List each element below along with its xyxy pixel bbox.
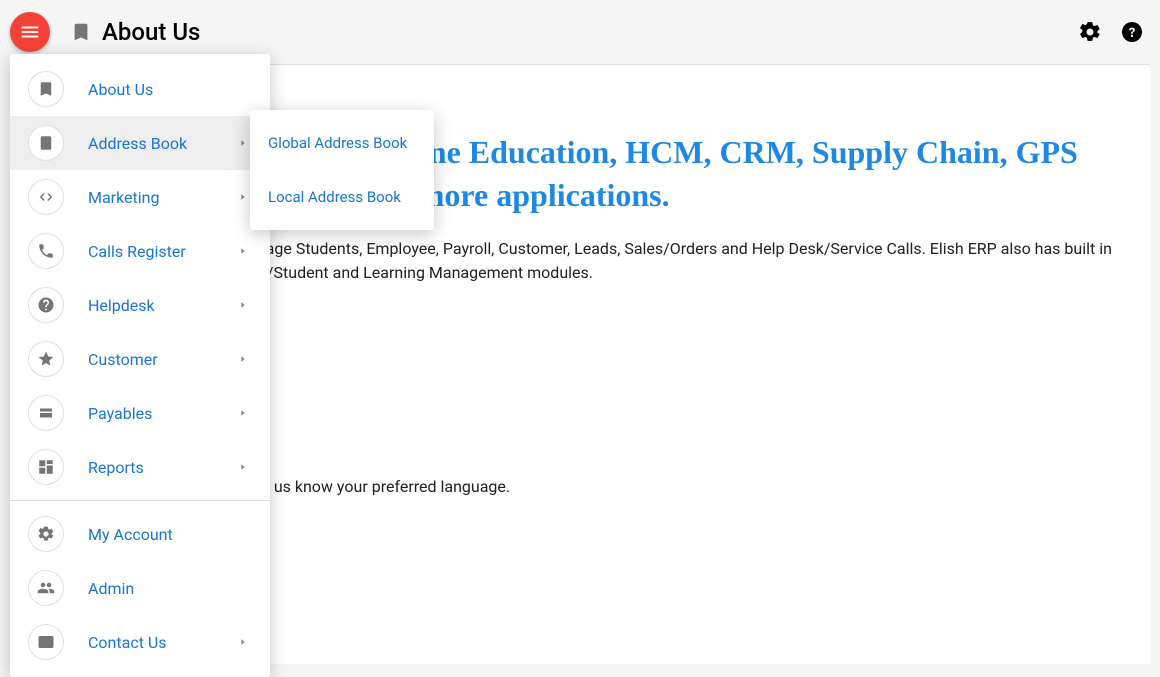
chevron-right-icon bbox=[238, 408, 248, 418]
chevron-right-icon bbox=[238, 462, 248, 472]
sidebar-item-admin[interactable]: Admin bbox=[10, 561, 270, 615]
help-icon bbox=[28, 287, 64, 323]
help-icon bbox=[1120, 20, 1144, 44]
sidebar-item-marketing[interactable]: Marketing bbox=[10, 170, 270, 224]
sidebar-item-label: Reports bbox=[88, 458, 144, 477]
address-book-submenu: Global Address Book Local Address Book bbox=[250, 110, 434, 230]
sidebar-separator bbox=[10, 500, 270, 501]
submenu-item-label: Global Address Book bbox=[268, 134, 407, 152]
sidebar-item-label: Customer bbox=[88, 350, 158, 369]
sidebar-item-label: Marketing bbox=[88, 188, 159, 207]
sidebar-item-label: Address Book bbox=[88, 134, 187, 153]
help-button[interactable] bbox=[1120, 20, 1144, 44]
chevron-right-icon bbox=[238, 637, 248, 647]
submenu-item-global-address-book[interactable]: Global Address Book bbox=[250, 116, 434, 170]
settings-icon bbox=[28, 516, 64, 552]
sidebar-item-calls-register[interactable]: Calls Register bbox=[10, 224, 270, 278]
chevron-right-icon bbox=[238, 192, 248, 202]
gear-icon bbox=[1078, 20, 1102, 44]
chevron-right-icon bbox=[238, 300, 248, 310]
people-icon bbox=[28, 570, 64, 606]
sidebar-item-label: Admin bbox=[88, 579, 134, 598]
mail-icon bbox=[28, 624, 64, 660]
submenu-item-label: Local Address Book bbox=[268, 188, 401, 206]
page-title: About Us bbox=[102, 18, 200, 46]
menu-icon bbox=[19, 21, 41, 43]
chevron-right-icon bbox=[238, 354, 248, 364]
settings-button[interactable] bbox=[1078, 20, 1102, 44]
sidebar-item-payables[interactable]: Payables bbox=[10, 386, 270, 440]
star-icon bbox=[28, 341, 64, 377]
sidebar-item-about-us[interactable]: About Us bbox=[10, 62, 270, 116]
contacts-icon bbox=[28, 125, 64, 161]
bookmark-icon bbox=[70, 21, 92, 43]
sidebar-item-label: Payables bbox=[88, 404, 152, 423]
sidebar-item-label: Helpdesk bbox=[88, 296, 155, 315]
sidebar-item-helpdesk[interactable]: Helpdesk bbox=[10, 278, 270, 332]
main-menu: About Us Address Book Marketing Calls Regis… bbox=[10, 54, 270, 677]
chevron-right-icon bbox=[238, 138, 248, 148]
menu-button[interactable] bbox=[10, 12, 50, 52]
sidebar-item-customer[interactable]: Customer bbox=[10, 332, 270, 386]
dashboard-icon bbox=[28, 449, 64, 485]
sidebar-item-my-account[interactable]: My Account bbox=[10, 507, 270, 561]
submenu-item-local-address-book[interactable]: Local Address Book bbox=[250, 170, 434, 224]
sidebar-item-contact-us[interactable]: Contact Us bbox=[10, 615, 270, 669]
sidebar-item-label: Calls Register bbox=[88, 242, 186, 261]
chevron-right-icon bbox=[238, 246, 248, 256]
phone-icon bbox=[28, 233, 64, 269]
payment-icon bbox=[28, 395, 64, 431]
sidebar-item-label: Contact Us bbox=[88, 633, 167, 652]
bookmark-icon bbox=[28, 71, 64, 107]
sidebar-item-label: About Us bbox=[88, 80, 153, 99]
sidebar-item-reports[interactable]: Reports bbox=[10, 440, 270, 494]
sidebar-item-address-book[interactable]: Address Book bbox=[10, 116, 270, 170]
code-icon bbox=[28, 179, 64, 215]
sidebar-item-label: My Account bbox=[88, 525, 173, 544]
